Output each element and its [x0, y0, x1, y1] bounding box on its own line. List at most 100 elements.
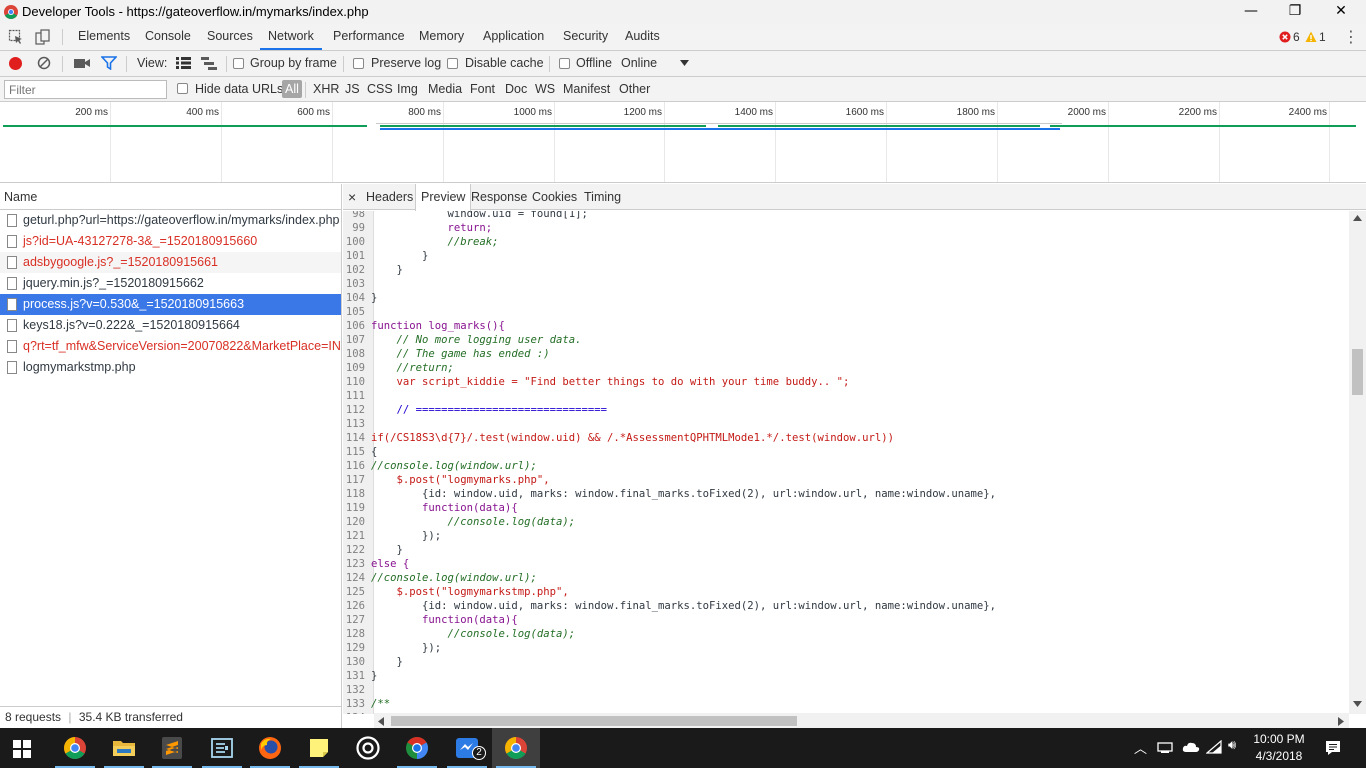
code-line: 103: [345, 278, 365, 290]
volume-icon[interactable]: 🔊︎: [1228, 738, 1236, 753]
request-row[interactable]: logmymarkstmp.php: [0, 357, 341, 378]
large-rows-icon[interactable]: [176, 56, 191, 70]
request-row[interactable]: js?id=UA-43127278-3&_=1520180915660: [0, 231, 341, 252]
code-line: 133/**: [345, 698, 391, 710]
request-row[interactable]: keys18.js?v=0.222&_=1520180915664: [0, 315, 341, 336]
scroll-up-arrow-icon[interactable]: [1353, 215, 1362, 221]
type-filter-ws[interactable]: WS: [535, 82, 555, 96]
tab-security[interactable]: Security: [555, 24, 616, 50]
file-icon: [7, 340, 17, 353]
dropdown-arrow-icon[interactable]: [680, 60, 689, 66]
filter-icon[interactable]: [101, 56, 117, 70]
tab-response[interactable]: Response: [466, 184, 532, 210]
code-line: 120 //console.log(data);: [345, 516, 576, 528]
record-icon[interactable]: [9, 57, 22, 70]
tab-elements[interactable]: Elements: [70, 24, 138, 50]
tab-preview[interactable]: Preview: [415, 184, 472, 211]
tab-headers[interactable]: Headers: [361, 184, 418, 210]
show-hidden-icons[interactable]: ︿: [1134, 738, 1147, 757]
close-detail-icon[interactable]: ×: [343, 184, 361, 210]
type-filter-doc[interactable]: Doc: [505, 82, 527, 96]
scroll-down-arrow-icon[interactable]: [1353, 701, 1362, 707]
code-line: 105: [345, 306, 365, 318]
scroll-right-arrow-icon[interactable]: [1338, 717, 1344, 726]
timeline-tick-label: 200 ms: [75, 107, 108, 118]
inspect-element-icon[interactable]: [8, 29, 24, 45]
network-summary: 8 requests | 35.4 KB transferred: [0, 706, 341, 728]
network-timeline-overview[interactable]: 200 ms 400 ms 600 ms 800 ms 1000 ms 1200…: [0, 102, 1366, 183]
taskbar-time[interactable]: 10:00 PM: [1253, 732, 1305, 746]
onedrive-icon[interactable]: [1182, 741, 1200, 753]
obs-icon[interactable]: [356, 736, 380, 760]
restore-button[interactable]: ❐: [1272, 0, 1318, 24]
type-filter-media[interactable]: Media: [428, 82, 462, 96]
type-filter-manifest[interactable]: Manifest: [563, 82, 610, 96]
console-issues-counter[interactable]: 6 1: [1279, 30, 1339, 46]
tab-memory[interactable]: Memory: [411, 24, 472, 50]
type-filter-all[interactable]: All: [282, 80, 302, 98]
group-by-frame-checkbox[interactable]: [233, 58, 244, 69]
error-count: 6: [1293, 30, 1300, 44]
chrome-active-icon[interactable]: [504, 736, 528, 760]
sticky-notes-icon[interactable]: [307, 736, 331, 760]
screenshot-capture-icon[interactable]: [74, 57, 90, 69]
tab-console[interactable]: Console: [137, 24, 199, 50]
file-icon: [7, 298, 17, 311]
throttling-select[interactable]: Online: [621, 56, 657, 70]
action-center-icon[interactable]: [1325, 740, 1341, 756]
type-filter-img[interactable]: Img: [397, 82, 418, 96]
sublime-text-icon[interactable]: [160, 736, 184, 760]
window-titlebar: Developer Tools - https://gateoverflow.i…: [0, 0, 1366, 24]
chrome-icon[interactable]: [63, 736, 87, 760]
code-line: 121 });: [345, 530, 442, 542]
offline-checkbox[interactable]: [559, 58, 570, 69]
request-row[interactable]: adsbygoogle.js?_=1520180915661: [0, 252, 341, 273]
file-explorer-icon[interactable]: [112, 736, 136, 760]
start-icon[interactable]: [13, 740, 31, 758]
horizontal-scroll-thumb[interactable]: [391, 716, 797, 726]
hide-data-urls-checkbox[interactable]: [177, 83, 188, 94]
type-filter-css[interactable]: CSS: [367, 82, 393, 96]
divider: [343, 56, 344, 72]
request-row-selected[interactable]: process.js?v=0.530&_=1520180915663: [0, 294, 341, 315]
more-options-icon[interactable]: ⋮: [1343, 25, 1359, 49]
type-filter-js[interactable]: JS: [345, 82, 360, 96]
request-row[interactable]: geturl.php?url=https://gateoverflow.in/m…: [0, 210, 341, 231]
disable-cache-checkbox[interactable]: [447, 58, 458, 69]
clear-icon[interactable]: [37, 56, 51, 70]
terminal-icon[interactable]: [210, 736, 234, 760]
vertical-scroll-thumb[interactable]: [1352, 349, 1363, 395]
request-row[interactable]: jquery.min.js?_=1520180915662: [0, 273, 341, 294]
request-row[interactable]: q?rt=tf_mfw&ServiceVersion=20070822&Mark…: [0, 336, 341, 357]
wifi-icon[interactable]: [1206, 740, 1222, 754]
waterfall-overview-icon[interactable]: [201, 56, 217, 70]
horizontal-scrollbar[interactable]: [374, 713, 1349, 728]
preserve-log-checkbox[interactable]: [353, 58, 364, 69]
tab-network[interactable]: Network: [260, 24, 322, 50]
device-toolbar-icon[interactable]: [35, 29, 51, 45]
chromium-icon[interactable]: [405, 736, 429, 760]
firefox-icon[interactable]: [258, 736, 282, 760]
taskbar-date[interactable]: 4/3/2018: [1253, 749, 1305, 763]
scroll-left-arrow-icon[interactable]: [378, 717, 384, 726]
network-adapter-icon[interactable]: [1157, 740, 1173, 754]
tab-audits[interactable]: Audits: [617, 24, 668, 50]
minimize-button[interactable]: —: [1228, 0, 1274, 24]
code-line: 131}: [345, 670, 378, 682]
type-filter-other[interactable]: Other: [619, 82, 650, 96]
source-code-preview[interactable]: 98 window.uid = found[1]; 99 return; 100…: [343, 211, 1348, 714]
tab-cookies[interactable]: Cookies: [527, 184, 582, 210]
file-icon: [7, 361, 17, 374]
vertical-scrollbar[interactable]: [1349, 211, 1366, 714]
type-filter-font[interactable]: Font: [470, 82, 495, 96]
divider: [305, 82, 306, 98]
type-filter-xhr[interactable]: XHR: [313, 82, 339, 96]
tab-performance[interactable]: Performance: [325, 24, 413, 50]
name-column-header[interactable]: Name: [0, 184, 342, 210]
messenger-badge: 2: [472, 746, 486, 760]
close-window-button[interactable]: ✕: [1318, 0, 1364, 24]
filter-input[interactable]: [4, 80, 167, 99]
tab-application[interactable]: Application: [475, 24, 552, 50]
tab-timing[interactable]: Timing: [579, 184, 626, 210]
tab-sources[interactable]: Sources: [199, 24, 261, 50]
